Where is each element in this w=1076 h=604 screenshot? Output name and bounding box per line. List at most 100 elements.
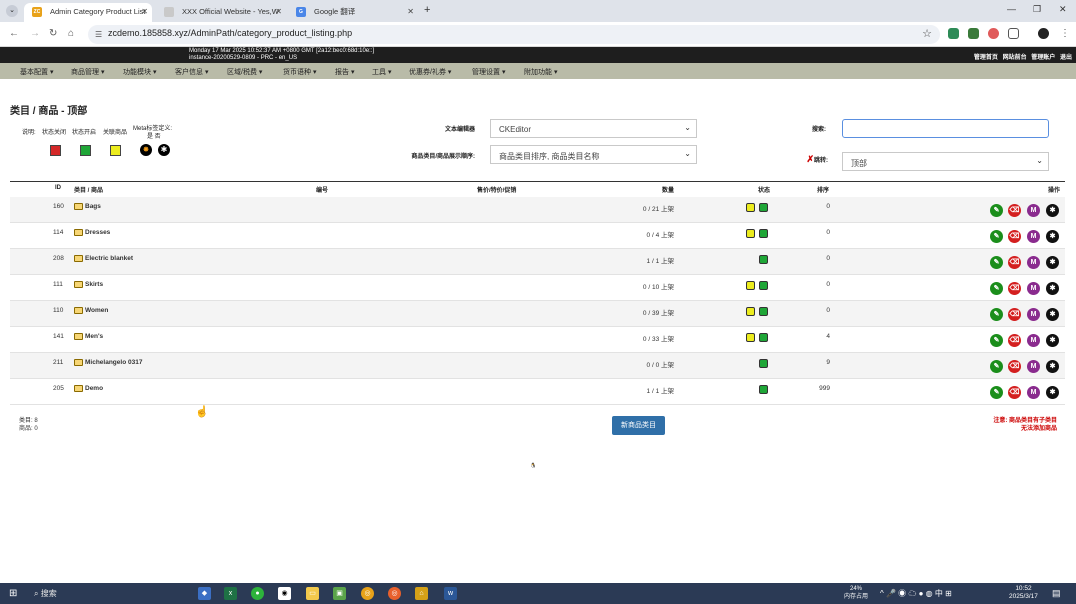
meta-tags-icon[interactable]: M xyxy=(1027,334,1040,347)
row-category-name[interactable]: Skirts xyxy=(85,281,103,288)
table-row[interactable]: 205 Demo 1 / 1 上架 999 ✎ ⌫ M ✱ xyxy=(10,379,1065,405)
new-category-button[interactable]: 新商品类目 xyxy=(612,416,665,435)
excel-icon[interactable]: x xyxy=(224,587,237,600)
edit-icon[interactable]: ✎ xyxy=(990,204,1003,217)
tab-admin-category[interactable]: ZC Admin Category Product List ✕ xyxy=(24,3,152,22)
logout-link[interactable]: 退出 xyxy=(1060,55,1072,61)
reload-icon[interactable]: ↻ xyxy=(49,28,57,39)
table-row[interactable]: 110 Women 0 / 39 上架 0 ✎ ⌫ M ✱ xyxy=(10,301,1065,327)
extension-icon[interactable] xyxy=(968,28,979,39)
admin-home-link[interactable]: 管理首页 xyxy=(974,55,998,61)
sort-order-select[interactable]: 商品类目排序, 商品类目名称 ⌄ xyxy=(490,145,697,164)
address-bar[interactable]: ☰ zcdemo.185858.xyz/AdminPath/category_p… xyxy=(88,25,940,44)
bookmark-star-icon[interactable]: ☆ xyxy=(922,27,932,40)
folder-icon[interactable] xyxy=(74,359,83,366)
system-tray[interactable]: ^ 🎤 ◉ ☁ ● ◍ 中 ⊞ xyxy=(880,588,952,599)
table-row[interactable]: 111 Skirts 0 / 10 上架 0 ✎ ⌫ M ✱ xyxy=(10,275,1065,301)
windows-start-icon[interactable]: ⊞ xyxy=(9,588,17,599)
status-on-icon[interactable] xyxy=(759,281,768,290)
forward-icon[interactable]: → xyxy=(30,28,40,39)
home-icon[interactable]: ⌂ xyxy=(68,28,74,39)
meta-tags-icon[interactable]: M xyxy=(1027,360,1040,373)
meta-tags-icon[interactable]: M xyxy=(1027,230,1040,243)
status-on-icon[interactable] xyxy=(759,255,768,264)
edit-icon[interactable]: ✎ xyxy=(990,282,1003,295)
delete-icon[interactable]: ⌫ xyxy=(1008,230,1021,243)
meta-tags-icon[interactable]: M xyxy=(1027,256,1040,269)
memory-usage[interactable]: 24% 内存占用 xyxy=(844,585,868,601)
extension-icon[interactable] xyxy=(988,28,999,39)
goto-select[interactable]: 顶部 ⌄ xyxy=(842,152,1049,171)
delete-icon[interactable]: ⌫ xyxy=(1008,204,1021,217)
file-explorer-icon[interactable]: ▭ xyxy=(306,587,319,600)
move-settings-icon[interactable]: ✱ xyxy=(1046,386,1059,399)
edit-icon[interactable]: ✎ xyxy=(990,334,1003,347)
menu-configuration[interactable]: 基本配置 ▾ xyxy=(20,67,53,77)
status-on-icon[interactable] xyxy=(759,229,768,238)
close-icon[interactable]: ✕ xyxy=(141,3,148,20)
row-category-name[interactable]: Electric blanket xyxy=(85,255,133,262)
taskbar-clock[interactable]: 10:52 2025/3/17 xyxy=(1009,585,1038,601)
status-on-icon[interactable] xyxy=(759,203,768,212)
tab-google-translate[interactable]: G Google 翻译 ✕ xyxy=(288,3,418,22)
menu-extras[interactable]: 附加功能 ▾ xyxy=(524,67,557,77)
back-icon[interactable]: ← xyxy=(9,28,19,39)
restore-icon[interactable]: ❐ xyxy=(1033,4,1041,15)
word-icon[interactable]: w xyxy=(444,587,457,600)
move-settings-icon[interactable]: ✱ xyxy=(1046,256,1059,269)
delete-icon[interactable]: ⌫ xyxy=(1008,282,1021,295)
move-settings-icon[interactable]: ✱ xyxy=(1046,230,1059,243)
row-category-name[interactable]: Michelangelo 0317 xyxy=(85,359,142,366)
ime-indicator[interactable]: 中 xyxy=(935,589,943,598)
extensions-puzzle-icon[interactable] xyxy=(1008,28,1019,39)
edit-icon[interactable]: ✎ xyxy=(990,230,1003,243)
tool-app-icon[interactable]: ⌂ xyxy=(415,587,428,600)
minimize-icon[interactable]: — xyxy=(1007,4,1016,14)
row-category-name[interactable]: Dresses xyxy=(85,229,110,236)
table-row[interactable]: 160 Bags 0 / 21 上架 0 ✎ ⌫ M ✱ xyxy=(10,197,1065,223)
row-category-name[interactable]: Demo xyxy=(85,385,103,392)
row-category-name[interactable]: Women xyxy=(85,307,108,314)
close-icon[interactable]: ✕ xyxy=(275,3,282,20)
move-settings-icon[interactable]: ✱ xyxy=(1046,334,1059,347)
folder-icon[interactable] xyxy=(74,307,83,314)
close-icon[interactable]: ✕ xyxy=(407,3,414,20)
image-app-icon[interactable]: ▣ xyxy=(333,587,346,600)
menu-reports[interactable]: 报告 ▾ xyxy=(335,67,354,77)
edit-icon[interactable]: ✎ xyxy=(990,386,1003,399)
extension-icon[interactable] xyxy=(948,28,959,39)
delete-icon[interactable]: ⌫ xyxy=(1008,308,1021,321)
tab-search-icon[interactable]: ⌄ xyxy=(6,5,18,17)
edit-icon[interactable]: ✎ xyxy=(990,256,1003,269)
wechat-icon[interactable]: ● xyxy=(251,587,264,600)
status-on-icon[interactable] xyxy=(759,359,768,368)
tab-official-website[interactable]: XXX Official Website - Yes,W ✕ xyxy=(156,3,286,22)
delete-icon[interactable]: ⌫ xyxy=(1008,360,1021,373)
delete-icon[interactable]: ⌫ xyxy=(1008,256,1021,269)
site-info-icon[interactable]: ☰ xyxy=(95,30,102,39)
edit-icon[interactable]: ✎ xyxy=(990,360,1003,373)
folder-icon[interactable] xyxy=(74,281,83,288)
search-input[interactable] xyxy=(842,119,1049,138)
table-row[interactable]: 211 Michelangelo 0317 0 / 0 上架 9 ✎ ⌫ M ✱ xyxy=(10,353,1065,379)
folder-icon[interactable] xyxy=(74,203,83,210)
table-row[interactable]: 141 Men's 0 / 33 上架 4 ✎ ⌫ M ✱ xyxy=(10,327,1065,353)
meta-tags-icon[interactable]: M xyxy=(1027,282,1040,295)
menu-modules[interactable]: 功能模块 ▾ xyxy=(123,67,156,77)
menu-gv-admin[interactable]: 优惠券/礼券 ▾ xyxy=(409,67,451,77)
delete-icon[interactable]: ⌫ xyxy=(1008,334,1021,347)
notification-icon[interactable]: ▤ xyxy=(1052,588,1061,599)
meta-tags-icon[interactable]: M xyxy=(1027,386,1040,399)
admin-account-link[interactable]: 管理账户 xyxy=(1031,55,1055,61)
more-menu-icon[interactable]: ⋮ xyxy=(1060,28,1070,39)
taskbar-search[interactable]: ⌕ 搜索 xyxy=(34,588,57,599)
menu-tools[interactable]: 工具 ▾ xyxy=(372,67,391,77)
edit-icon[interactable]: ✎ xyxy=(990,308,1003,321)
meta-tags-icon[interactable]: M xyxy=(1027,204,1040,217)
move-settings-icon[interactable]: ✱ xyxy=(1046,282,1059,295)
window-close-icon[interactable]: ✕ xyxy=(1059,4,1067,15)
menu-customers[interactable]: 客户信息 ▾ xyxy=(175,67,208,77)
status-on-icon[interactable] xyxy=(759,385,768,394)
qq-icon[interactable]: ◉ xyxy=(278,587,291,600)
security-app-icon[interactable]: ◆ xyxy=(198,587,211,600)
